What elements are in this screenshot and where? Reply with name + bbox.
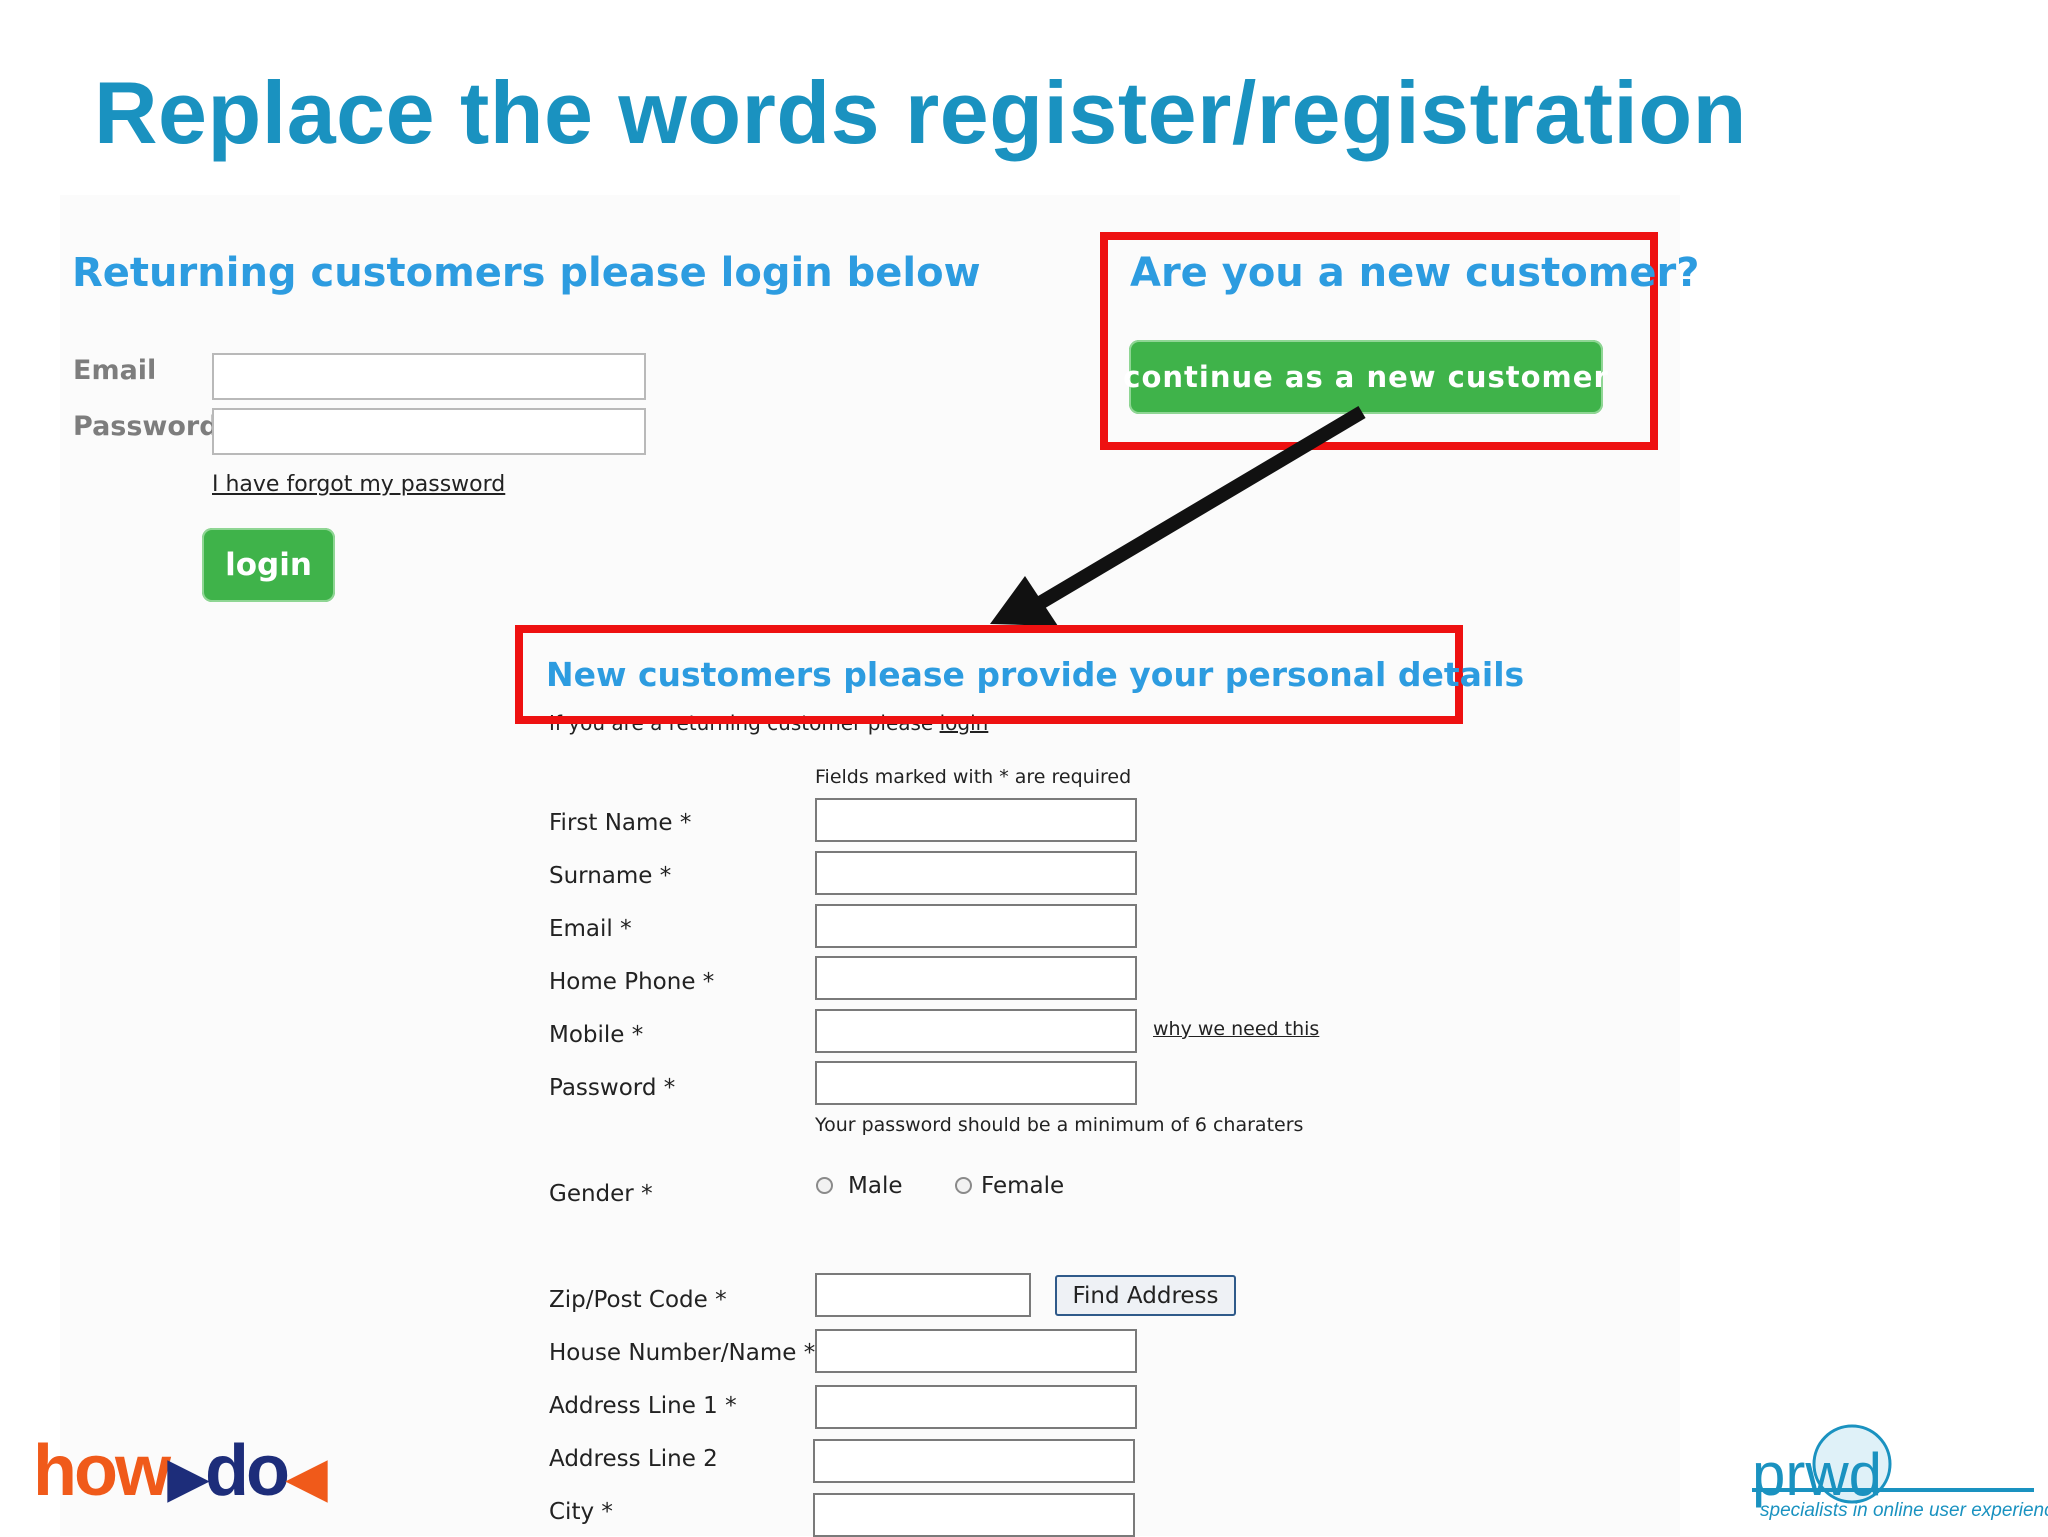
house-label: House Number/Name *	[549, 1340, 816, 1366]
howdo-logo: how▶do◀	[33, 1431, 327, 1511]
gender-male-label: Male	[848, 1173, 903, 1199]
surname-input[interactable]	[815, 851, 1137, 895]
address-line-1-label: Address Line 1 *	[549, 1393, 737, 1419]
city-label: City *	[549, 1499, 613, 1525]
password-label: Password *	[549, 1075, 676, 1101]
why-we-need-this-link[interactable]: why we need this	[1153, 1018, 1319, 1040]
prwd-tagline: specialists in online user experience	[1760, 1500, 2048, 1521]
gender-female-radio[interactable]	[955, 1177, 972, 1194]
home-phone-input[interactable]	[815, 956, 1137, 1000]
zip-input[interactable]	[815, 1273, 1031, 1317]
city-input[interactable]	[813, 1493, 1135, 1537]
find-address-button[interactable]: Find Address	[1055, 1275, 1236, 1316]
gender-male-radio[interactable]	[816, 1177, 833, 1194]
email-input[interactable]	[815, 904, 1137, 948]
first-name-input[interactable]	[815, 798, 1137, 842]
password-hint: Your password should be a minimum of 6 c…	[815, 1114, 1304, 1136]
address-line-1-input[interactable]	[815, 1385, 1137, 1429]
house-input[interactable]	[815, 1329, 1137, 1373]
password-input[interactable]	[815, 1061, 1137, 1105]
personal-details-heading: New customers please provide your person…	[546, 655, 1525, 694]
required-fields-note: Fields marked with * are required	[815, 766, 1132, 788]
gender-label: Gender *	[549, 1181, 653, 1207]
gender-female-label: Female	[981, 1173, 1065, 1199]
surname-label: Surname *	[549, 863, 672, 889]
address-line-2-input[interactable]	[813, 1439, 1135, 1483]
prwd-logo: prwd	[1752, 1441, 1883, 1508]
mobile-input[interactable]	[815, 1009, 1137, 1053]
zip-label: Zip/Post Code *	[549, 1287, 727, 1313]
email-label: Email *	[549, 916, 632, 942]
home-phone-label: Home Phone *	[549, 969, 715, 995]
mobile-label: Mobile *	[549, 1022, 644, 1048]
first-name-label: First Name *	[549, 810, 692, 836]
address-line-2-label: Address Line 2	[549, 1446, 718, 1472]
